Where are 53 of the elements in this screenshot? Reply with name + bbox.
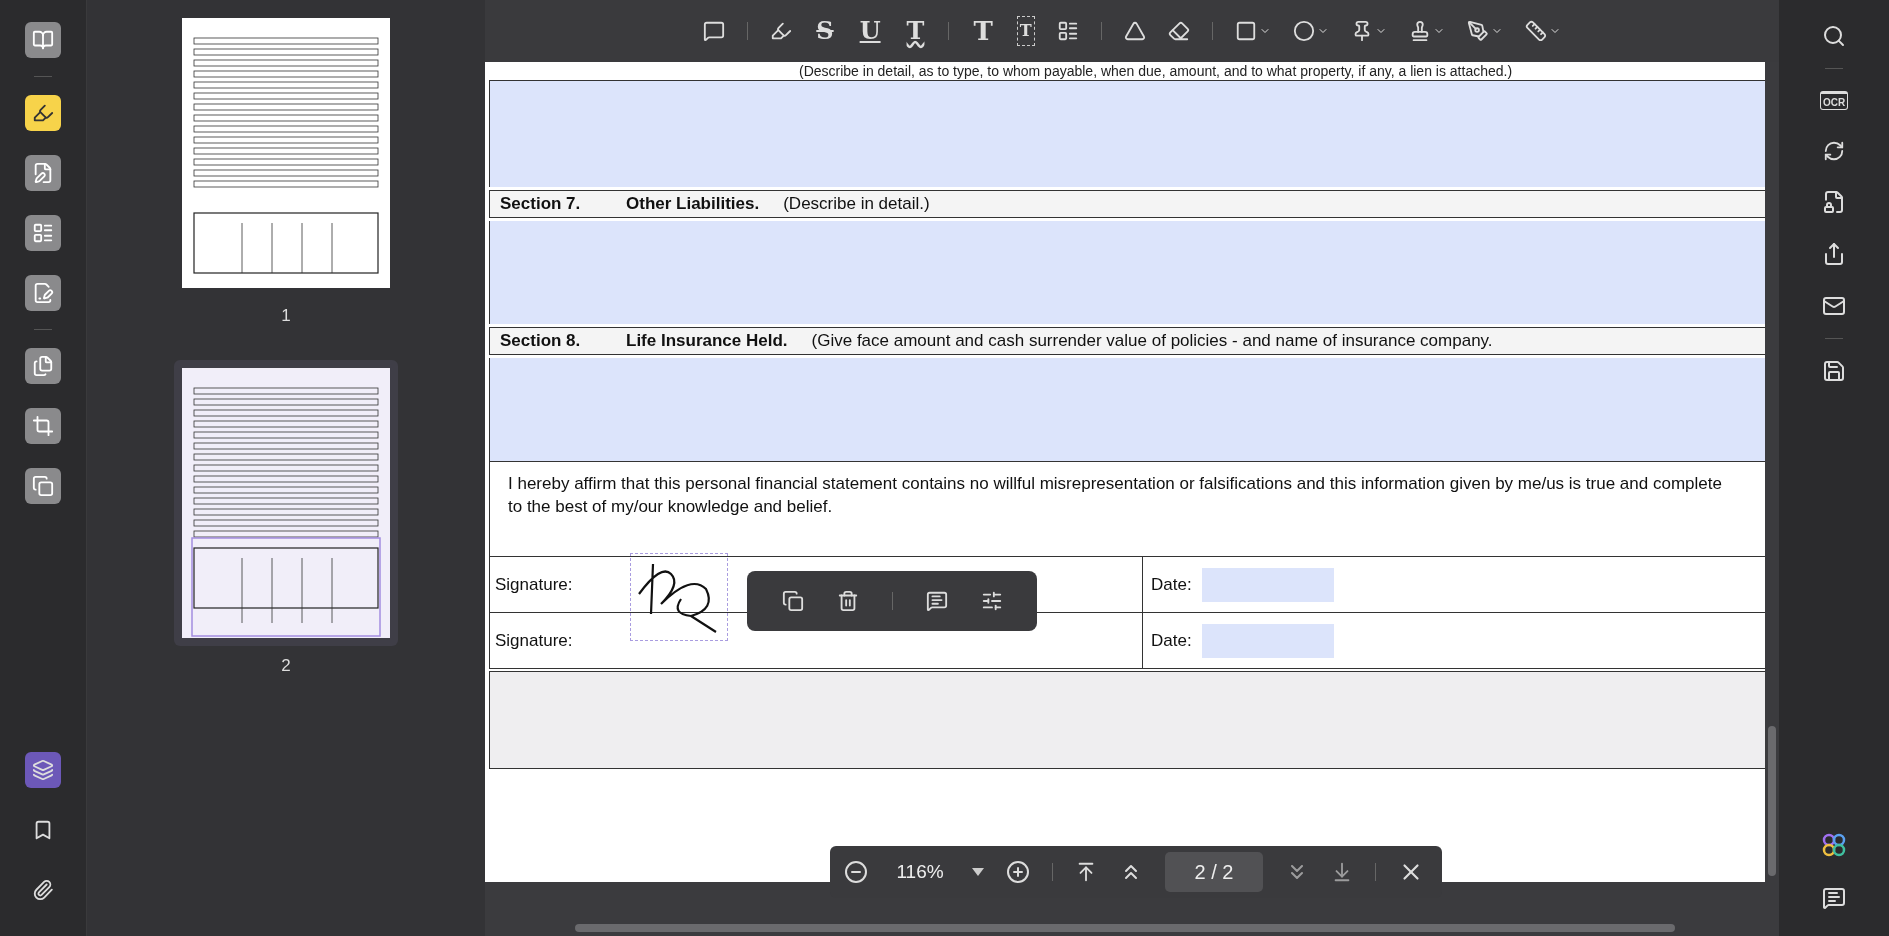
text-box-button[interactable]: T [1016, 16, 1035, 46]
files-icon[interactable] [25, 348, 61, 384]
squiggly-button[interactable]: T [904, 16, 927, 46]
section-title: Other Liabilities. [626, 194, 760, 214]
flower-logo-icon[interactable] [1821, 832, 1847, 858]
caret-icon[interactable] [972, 868, 984, 876]
affirmation-text: I hereby affirm that this personal financial statement contains no willful misrepresentation or falsifications and this information given by me/us is true and complete to the best of my/our knowledge and belief. [489, 461, 1765, 557]
page-number: 2 [281, 656, 291, 676]
page-field[interactable]: 2 / 2 [1165, 852, 1263, 892]
signature-label: Signature: [495, 574, 573, 595]
scrollbar-thumb[interactable] [1768, 726, 1776, 876]
strikethrough-button[interactable]: S [814, 16, 836, 46]
book-icon[interactable] [25, 22, 61, 58]
zoom-out-icon[interactable] [844, 860, 868, 884]
text-button[interactable]: T [971, 16, 995, 46]
comment-icon[interactable] [925, 590, 948, 612]
scrollbar-thumb[interactable] [575, 924, 1675, 932]
form-field[interactable] [489, 81, 1765, 187]
zoom-level[interactable]: 116% [890, 861, 950, 883]
form-field[interactable] [489, 671, 1765, 769]
file-refresh-icon[interactable] [1823, 140, 1845, 162]
file-lock-icon[interactable] [1822, 190, 1846, 214]
document-edit-icon[interactable] [25, 275, 61, 311]
mail-icon[interactable] [1822, 294, 1846, 318]
settings-icon[interactable] [980, 590, 1003, 612]
crop-icon[interactable] [25, 408, 61, 444]
comment-icon[interactable] [1822, 886, 1846, 910]
zoom-in-icon[interactable] [1006, 860, 1030, 884]
trash-icon[interactable] [836, 590, 859, 612]
form-field[interactable] [489, 358, 1765, 461]
form-field[interactable] [489, 221, 1765, 324]
form-icon[interactable] [25, 215, 61, 251]
copy-icon[interactable] [781, 590, 804, 612]
layers-icon[interactable] [25, 752, 61, 788]
section-number: Section 8. [500, 331, 582, 351]
file-pen-icon[interactable] [25, 155, 61, 191]
share-icon[interactable] [1822, 242, 1846, 266]
page-number: 1 [281, 306, 291, 326]
search-icon[interactable] [1822, 24, 1846, 48]
copy-pages-icon[interactable] [25, 468, 61, 504]
section-note: (Give face amount and cash surrender value of policies - and name of insurance company. [811, 331, 1493, 351]
section-number: Section 7. [500, 194, 582, 214]
date-label: Date: [1151, 574, 1192, 595]
date-label: Date: [1151, 630, 1192, 651]
section-title: Life Insurance Held. [626, 331, 788, 351]
date-field[interactable] [1201, 623, 1334, 658]
date-field[interactable] [1201, 567, 1334, 602]
save-icon[interactable] [1822, 359, 1846, 383]
underline-button[interactable]: U [857, 16, 883, 46]
ocr-button[interactable]: OCR [1819, 91, 1849, 110]
section-note: (Describe in detail.) [783, 194, 930, 214]
highlighter-icon[interactable] [25, 95, 61, 131]
signature-label: Signature: [495, 630, 573, 651]
